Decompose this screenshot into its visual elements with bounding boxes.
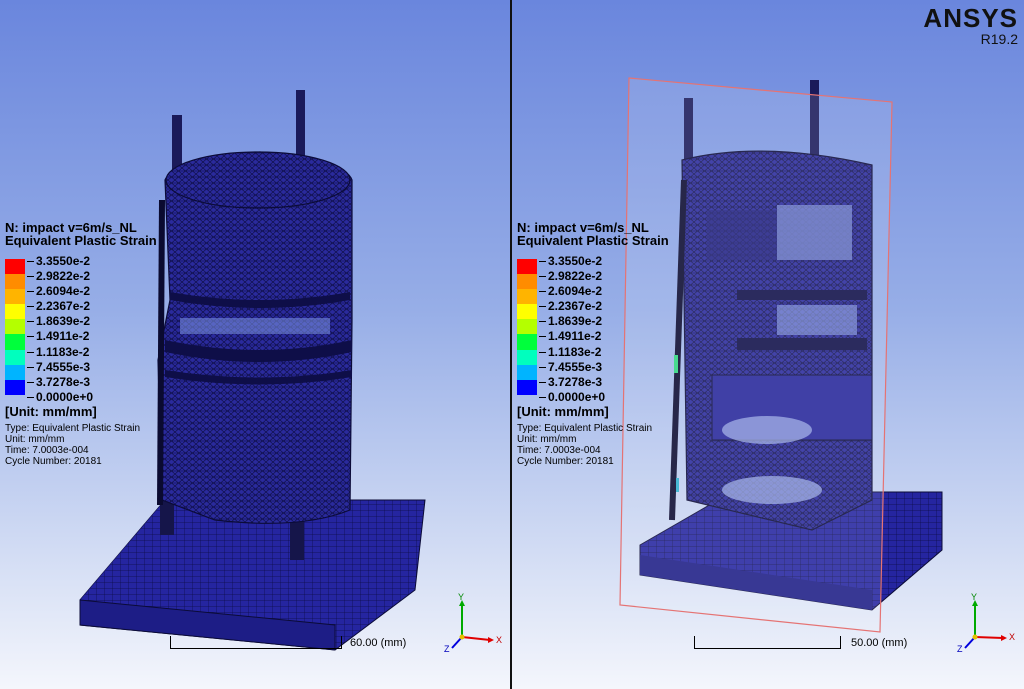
legend-swatch (5, 304, 25, 320)
legend-labels: 3.3550e-2 2.9822e-2 2.6094e-2 2.2367e-2 … (539, 254, 605, 405)
axis-z-label: Z (444, 644, 450, 654)
legend-value: 1.1183e-2 (27, 345, 93, 360)
axis-z-label: Z (957, 644, 963, 654)
info-unit: Unit: mm/mm (517, 434, 577, 445)
scale-ruler (694, 636, 841, 649)
result-subtitle: Equivalent Plastic Strain (5, 233, 157, 248)
info-time: Time: 7.0003e-004 (517, 445, 601, 456)
right-legend: N: impact v=6m/s_NL Equivalent Plastic S… (517, 221, 669, 467)
legend-swatch (5, 334, 25, 350)
legend-value: 3.7278e-3 (539, 375, 605, 390)
result-subtitle: Equivalent Plastic Strain (517, 233, 669, 248)
legend-swatch (517, 379, 537, 395)
result-info: Type: Equivalent Plastic Strain Unit: mm… (5, 423, 140, 467)
legend-swatch (5, 289, 25, 305)
legend-unit: [Unit: mm/mm] (5, 404, 97, 419)
logo-version: R19.2 (980, 31, 1018, 47)
legend-value: 1.1183e-2 (539, 345, 605, 360)
info-cycle: Cycle Number: 20181 (5, 456, 102, 467)
legend-swatch (517, 364, 537, 380)
scale-label: 60.00 (mm) (350, 637, 407, 649)
info-cycle: Cycle Number: 20181 (517, 456, 614, 467)
legend-value: 1.4911e-2 (539, 329, 605, 344)
legend-value: 1.8639e-2 (539, 314, 605, 329)
axis-triad-icon (451, 600, 494, 649)
legend-swatch (5, 349, 25, 365)
axis-x-label: X (496, 635, 503, 645)
legend-swatch (517, 334, 537, 350)
scale-label: 50.00 (mm) (851, 637, 908, 649)
legend-value: 2.9822e-2 (27, 269, 93, 284)
info-time: Time: 7.0003e-004 (5, 445, 89, 456)
legend-value: 2.9822e-2 (539, 269, 605, 284)
legend-value: 2.6094e-2 (539, 284, 605, 299)
color-bar (517, 259, 537, 395)
left-viewport[interactable]: N: impact v=6m/s_NL Equivalent Plastic S… (0, 0, 510, 689)
legend-value: 2.2367e-2 (27, 299, 93, 314)
legend-swatch (517, 319, 537, 335)
axis-y-label: Y (971, 592, 978, 602)
legend-value: 7.4555e-3 (539, 360, 605, 375)
ansys-logo: ANSYS R19.2 (923, 4, 1018, 46)
legend-swatch (517, 349, 537, 365)
scale-ruler (170, 636, 342, 649)
legend-swatch (517, 289, 537, 305)
info-type: Type: Equivalent Plastic Strain (5, 423, 141, 434)
legend-swatch (5, 364, 25, 380)
color-bar (5, 259, 25, 395)
legend-swatch (517, 274, 537, 290)
legend-value: 2.6094e-2 (27, 284, 93, 299)
result-info: Type: Equivalent Plastic Strain Unit: mm… (517, 423, 652, 467)
legend-value: 2.2367e-2 (539, 299, 605, 314)
left-legend: N: impact v=6m/s_NL Equivalent Plastic S… (5, 221, 157, 467)
info-unit: Unit: mm/mm (5, 434, 65, 445)
legend-swatch (5, 379, 25, 395)
legend-labels: 3.3550e-2 2.9822e-2 2.6094e-2 2.2367e-2 … (27, 254, 93, 405)
legend-value: 0.0000e+0 (27, 390, 93, 405)
legend-swatch (5, 274, 25, 290)
left-scale-bar: 60.00 (mm) (170, 636, 430, 652)
legend-value: 1.4911e-2 (27, 329, 93, 344)
legend-value: 3.7278e-3 (27, 375, 93, 390)
legend-swatch (5, 319, 25, 335)
legend-value: 3.3550e-2 (27, 254, 93, 269)
axis-triad-icon (964, 600, 1007, 649)
left-axis-triad[interactable]: Y X Z (442, 592, 503, 654)
legend-swatch (517, 304, 537, 320)
axis-y-label: Y (458, 592, 465, 602)
legend-swatch (5, 259, 25, 275)
legend-value: 1.8639e-2 (27, 314, 93, 329)
legend-value: 0.0000e+0 (539, 390, 605, 405)
legend-value: 7.4555e-3 (27, 360, 93, 375)
info-type: Type: Equivalent Plastic Strain (517, 423, 653, 434)
legend-swatch (517, 259, 537, 275)
legend-unit: [Unit: mm/mm] (517, 404, 609, 419)
legend-value: 3.3550e-2 (539, 254, 605, 269)
right-viewport[interactable]: N: impact v=6m/s_NL Equivalent Plastic S… (512, 0, 1024, 689)
right-scale-bar: 50.00 (mm) (694, 636, 934, 652)
right-axis-triad[interactable]: Y X Z (955, 592, 1016, 654)
logo-brand: ANSYS (923, 3, 1018, 33)
axis-x-label: X (1009, 632, 1016, 642)
